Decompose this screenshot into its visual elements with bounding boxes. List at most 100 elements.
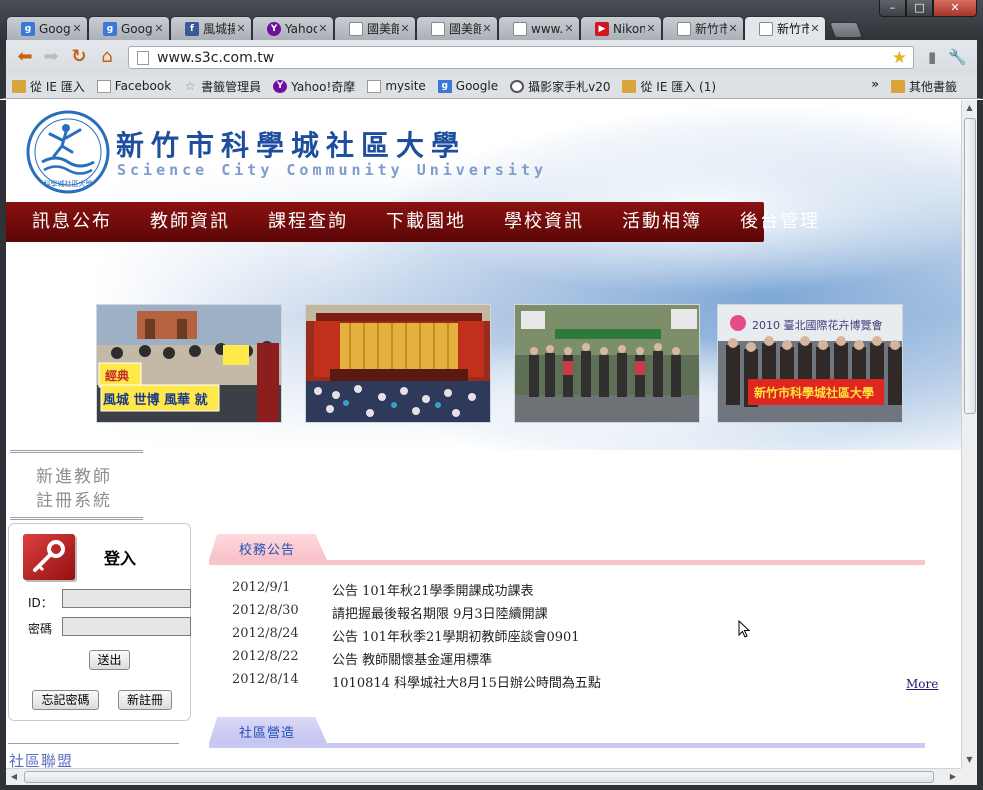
tab-close-icon[interactable]: ✕ <box>317 22 329 35</box>
notice-title[interactable]: 請把握最後報名期限 9月3日陸續開課 <box>332 603 932 626</box>
bookmark-item[interactable]: Y Yahoo!奇摩 <box>273 78 355 95</box>
id-input[interactable] <box>62 589 191 608</box>
other-bookmarks[interactable]: 其他書籤 <box>890 78 957 95</box>
community-alliance-link[interactable]: 社區聯盟 <box>9 750 73 768</box>
register-button[interactable]: 新註冊 <box>118 690 172 710</box>
tab-close-icon[interactable]: ✕ <box>645 22 657 35</box>
browser-tab[interactable]: 國美館✕ <box>334 16 416 40</box>
folder-icon <box>890 80 905 93</box>
nav-item[interactable]: 學校資訊 <box>504 202 584 242</box>
bookmark-item[interactable]: ☆ 書籤管理員 <box>183 78 261 95</box>
tab-strip: gGoog✕gGoog✕f風城揚✕YYahoo✕國美館✕國美館✕www.n✕▶N… <box>6 16 863 40</box>
flora-banner-text: 新竹市科學城社區大學 <box>754 385 874 400</box>
bookmark-item[interactable]: mysite <box>367 79 426 93</box>
notice-date: 2012/8/14 <box>232 672 299 687</box>
browser-tab[interactable]: www.n✕ <box>498 16 580 40</box>
notice-row[interactable]: 2012/9/1 公告 101年秋21學季開課成功課表 <box>232 580 932 603</box>
bookmark-item[interactable]: 從 IE 匯入 <box>12 78 85 95</box>
notice-title[interactable]: 公告 101年秋季21學期初教師座談會0901 <box>332 626 932 649</box>
bookmark-item[interactable]: Facebook <box>96 79 171 93</box>
facebook-icon: f <box>185 21 199 36</box>
bookmarks-bar: 從 IE 匯入 Facebook ☆ 書籤管理員 Y Yahoo!奇摩 mysite g Goo… <box>0 74 983 99</box>
tab-close-icon[interactable]: ✕ <box>563 22 575 35</box>
tab-title: 新竹市 <box>695 22 727 36</box>
star-icon: ☆ <box>184 79 196 93</box>
back-arrow-icon[interactable]: ⬅ <box>14 47 36 69</box>
notice-title[interactable]: 1010814 科學城社大8月15日辦公時間為五點 <box>332 672 932 695</box>
community-bar <box>209 743 925 748</box>
password-input[interactable] <box>62 617 191 636</box>
bookmarks-overflow-chevron[interactable]: » <box>871 77 879 91</box>
folder-icon <box>622 79 637 93</box>
new-tab-button[interactable] <box>829 22 863 38</box>
url-text[interactable]: www.s3c.com.tw <box>157 50 892 66</box>
nav-item[interactable]: 訊息公布 <box>32 202 112 242</box>
notice-row[interactable]: 2012/8/24 公告 101年秋季21學期初教師座談會0901 <box>232 626 932 649</box>
bookmark-item[interactable]: g Google <box>437 79 498 93</box>
school-notice-bar <box>209 560 925 565</box>
photo-group-court[interactable] <box>514 304 700 423</box>
tab-close-icon[interactable]: ✕ <box>235 22 247 35</box>
tab-title: 風城揚 <box>203 22 235 36</box>
wrench-icon[interactable]: 🔧 <box>948 48 967 66</box>
photo-auditorium[interactable] <box>305 304 491 423</box>
tab-close-icon[interactable]: ✕ <box>153 22 165 35</box>
close-window-button[interactable]: ✕ <box>933 0 977 17</box>
page-icon <box>137 50 149 65</box>
youtube-icon: ▶ <box>595 21 609 36</box>
forgot-password-button[interactable]: 忘記密碼 <box>32 690 99 710</box>
signal-bars-icon[interactable]: ▮ <box>928 48 936 66</box>
vertical-scroll-thumb[interactable] <box>964 118 976 414</box>
register-line-1: 新進教師 <box>36 467 112 487</box>
teacher-registration-link[interactable]: 新進教師 註冊系統 <box>10 450 143 520</box>
scroll-up-arrow-icon[interactable]: ▲ <box>962 100 977 116</box>
forward-arrow-icon[interactable]: ➡ <box>40 47 62 69</box>
notice-row[interactable]: 2012/8/22 公告 教師關懷基金運用標準 <box>232 649 932 672</box>
browser-tab[interactable]: f 風城揚✕ <box>170 16 252 40</box>
more-link[interactable]: More <box>906 677 938 691</box>
scroll-left-arrow-icon[interactable]: ◀ <box>6 769 22 785</box>
yahoo-icon: Y <box>273 79 288 93</box>
tab-close-icon[interactable]: ✕ <box>809 22 821 35</box>
browser-tab[interactable]: ▶ Nikon ✕ <box>580 16 662 40</box>
vertical-scrollbar[interactable]: ▲ ▼ <box>961 100 977 768</box>
photo-parade[interactable]: 經典 風城 世博 風華 就 <box>96 304 282 423</box>
browser-tab[interactable]: 新竹市✕ <box>662 16 744 40</box>
university-logo[interactable]: 科學城社區大學 <box>26 110 110 194</box>
bookmark-item[interactable]: 攝影家手札v20 <box>510 78 610 95</box>
browser-tab[interactable]: 新竹市✕ <box>744 16 826 40</box>
browser-tab[interactable]: Y Yahoo ✕ <box>252 16 334 40</box>
browser-toolbar: ⬅ ➡ ↻ ⌂ www.s3c.com.tw ★ ▮ 🔧 <box>0 40 983 74</box>
photo-flora-expo[interactable]: 2010 臺北國際花卉博覽會 新竹市科學城社區大學 <box>717 304 903 423</box>
nav-item[interactable]: 教師資訊 <box>150 202 230 242</box>
submit-button[interactable]: 送出 <box>89 650 130 670</box>
horizontal-scrollbar[interactable]: ◀ ▶ <box>6 768 961 785</box>
scroll-right-arrow-icon[interactable]: ▶ <box>945 769 961 785</box>
reload-icon[interactable]: ↻ <box>68 47 90 69</box>
nav-item[interactable]: 課程查詢 <box>268 202 348 242</box>
browser-tab[interactable]: g Goog ✕ <box>6 16 88 40</box>
bookmark-label: 從 IE 匯入 (1) <box>640 79 717 94</box>
notice-title[interactable]: 公告 101年秋21學季開課成功課表 <box>332 580 932 603</box>
minimize-button[interactable]: – <box>879 0 906 17</box>
nav-item[interactable]: 後台管理 <box>740 202 820 242</box>
nav-item[interactable]: 活動相簿 <box>622 202 702 242</box>
browser-tab[interactable]: 國美館✕ <box>416 16 498 40</box>
notice-row[interactable]: 2012/8/30 請把握最後報名期限 9月3日陸續開課 <box>232 603 932 626</box>
bookmark-item[interactable]: 從 IE 匯入 (1) <box>622 78 716 95</box>
address-bar[interactable]: www.s3c.com.tw ★ <box>128 46 914 69</box>
tab-close-icon[interactable]: ✕ <box>71 22 83 35</box>
nav-item[interactable]: 下載園地 <box>386 202 466 242</box>
bookmark-star-icon[interactable]: ★ <box>892 48 907 68</box>
notice-row[interactable]: 2012/8/14 1010814 科學城社大8月15日辦公時間為五點 <box>232 672 932 695</box>
scroll-down-arrow-icon[interactable]: ▼ <box>962 752 977 768</box>
home-icon[interactable]: ⌂ <box>96 47 118 69</box>
page-icon <box>759 21 773 36</box>
browser-tab[interactable]: g Goog ✕ <box>88 16 170 40</box>
tab-close-icon[interactable]: ✕ <box>481 22 493 35</box>
maximize-button[interactable]: □ <box>906 0 933 17</box>
notice-title[interactable]: 公告 教師關懷基金運用標準 <box>332 649 932 672</box>
horizontal-scroll-thumb[interactable] <box>24 771 934 783</box>
tab-close-icon[interactable]: ✕ <box>399 22 411 35</box>
tab-close-icon[interactable]: ✕ <box>727 22 739 35</box>
